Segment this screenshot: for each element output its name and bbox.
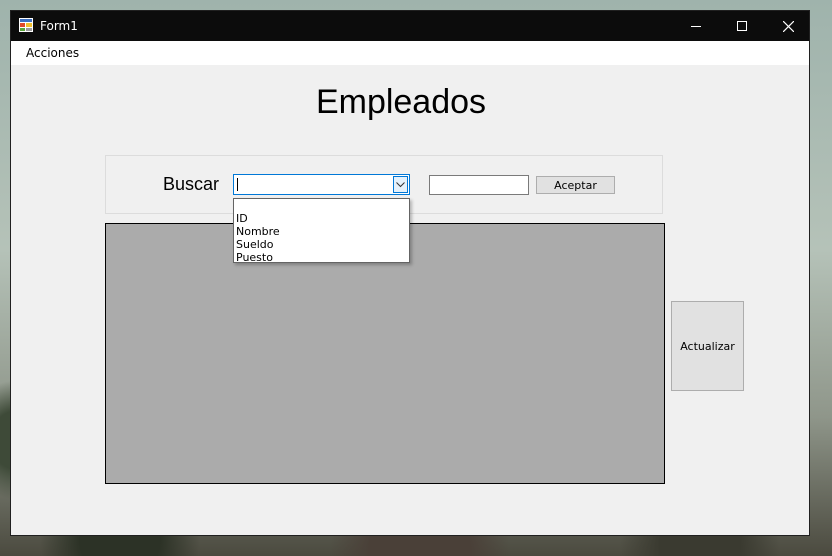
combobox-dropdown-list: ID Nombre Sueldo Puesto xyxy=(233,198,410,264)
page-title: Empleados xyxy=(315,83,487,121)
combobox-dropdown-button[interactable] xyxy=(393,176,408,193)
dropdown-option-nombre[interactable]: Nombre xyxy=(234,225,409,238)
dropdown-option-id[interactable]: ID xyxy=(234,212,409,225)
menu-item-acciones[interactable]: Acciones xyxy=(19,41,86,65)
search-field-combobox[interactable] xyxy=(233,174,410,195)
minimize-icon xyxy=(691,26,701,27)
menu-bar: Acciones xyxy=(11,41,809,65)
maximize-icon xyxy=(737,21,747,31)
search-input[interactable] xyxy=(429,175,529,195)
app-window: Form1 Acciones Empleados Buscar ID Nombr… xyxy=(10,10,810,536)
dropdown-option-sueldo[interactable]: Sueldo xyxy=(234,238,409,251)
accept-button[interactable]: Aceptar xyxy=(536,176,615,194)
maximize-button[interactable] xyxy=(719,11,765,41)
dropdown-option-puesto[interactable]: Puesto xyxy=(234,251,409,264)
close-button[interactable] xyxy=(765,11,811,41)
app-icon xyxy=(19,18,33,32)
minimize-button[interactable] xyxy=(673,11,719,41)
close-icon xyxy=(782,20,794,32)
title-bar[interactable]: Form1 xyxy=(11,11,809,41)
chevron-down-icon xyxy=(396,181,405,187)
refresh-button[interactable]: Actualizar xyxy=(671,301,744,391)
text-caret xyxy=(237,178,238,191)
search-label: Buscar xyxy=(163,174,220,194)
window-title: Form1 xyxy=(40,19,78,33)
